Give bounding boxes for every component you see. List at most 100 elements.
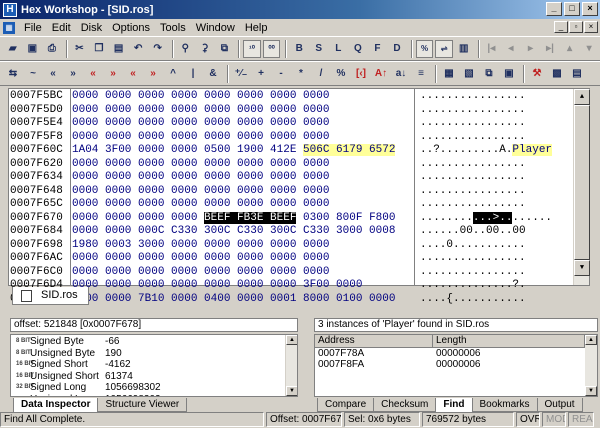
fill-icon[interactable]: ▧ <box>460 65 478 83</box>
ascii-text[interactable]: ................ <box>420 171 526 185</box>
and-icon[interactable]: & <box>204 65 222 83</box>
column-length[interactable]: Length <box>433 335 585 347</box>
menu-help[interactable]: Help <box>240 22 273 34</box>
close-button[interactable]: × <box>582 2 598 16</box>
inspector-row[interactable]: 32 BITUnsigned Long1056698302 <box>11 394 297 397</box>
bracket-icon[interactable]: [‹] <box>352 65 370 83</box>
hex-bytes[interactable]: 0000 0000 0000 0000 0000 0000 0000 0000 <box>72 117 412 131</box>
doc-restore-button[interactable]: ▫ <box>569 21 583 33</box>
redo-icon[interactable]: ↷ <box>149 40 167 58</box>
shift-right-icon[interactable]: » <box>64 65 82 83</box>
open-icon[interactable]: ▰ <box>4 40 22 58</box>
print-icon[interactable]: ⎙ <box>43 40 61 58</box>
column-address[interactable]: Address <box>315 335 433 347</box>
result-row[interactable]: 0007F8FA 00000006 <box>315 359 597 370</box>
hex-bytes[interactable]: 0000 0000 0000 0000 0000 0000 0000 0000 <box>72 171 412 185</box>
results-scroll-down-icon[interactable]: ▼ <box>585 386 597 396</box>
hex-bytes[interactable]: 0000 0000 0000 0000 0000 0000 0000 0000 <box>72 104 412 118</box>
undo-icon[interactable]: ↶ <box>129 40 147 58</box>
bin-edit-icon[interactable]: ⁰⁰ <box>262 39 281 58</box>
inspector-scroll-up-icon[interactable]: ▲ <box>286 335 297 345</box>
hex-row[interactable]: 0007F648 0000 0000 0000 0000 0000 0000 00… <box>9 185 583 199</box>
calc-icon[interactable]: ▤ <box>568 65 586 83</box>
offset-cell[interactable]: 0007F5F8 <box>10 131 63 145</box>
offset-cell[interactable]: 0007F60C <box>10 144 63 158</box>
hex-row[interactable]: 0007F620 0000 0000 0000 0000 0000 0000 00… <box>9 158 583 172</box>
menu-options[interactable]: Options <box>107 22 155 34</box>
nav-up-icon[interactable]: ▴ <box>561 40 579 58</box>
doc-minimize-button[interactable]: _ <box>554 21 568 33</box>
ascii-text[interactable]: ................ <box>420 158 526 172</box>
insert-icon[interactable]: ▦ <box>440 65 458 83</box>
hex-row[interactable]: 0007F670 0000 0000 0000 0000 BEEF FB3E BE… <box>9 211 583 226</box>
ascii-text[interactable]: ................ <box>420 117 526 131</box>
hex-scrollbar[interactable]: ▲ ▼ <box>573 89 590 285</box>
subtract-icon[interactable]: - <box>272 65 290 83</box>
ascii-text[interactable]: ................ <box>420 104 526 118</box>
results-scroll-up-icon[interactable]: ▲ <box>585 335 597 345</box>
hex-bytes[interactable]: 1980 0003 3000 0000 0000 0000 0000 0000 <box>72 239 412 253</box>
offset-cell[interactable]: 0007F648 <box>10 185 63 199</box>
swap-icon[interactable]: ⇆ <box>4 65 22 83</box>
rotate-left-icon[interactable]: « <box>84 65 102 83</box>
tab-checksum[interactable]: Checksum <box>373 398 437 412</box>
hex-row[interactable]: 0007F684 0000 0000 000C C330 300C C330 30… <box>9 225 583 239</box>
format-quad-button[interactable]: Q <box>349 40 367 58</box>
shift-left-icon[interactable]: « <box>44 65 62 83</box>
tab-find[interactable]: Find <box>435 398 473 413</box>
offset-cell[interactable]: 0007F5BC <box>10 90 63 104</box>
sort-icon[interactable]: ≡ <box>412 65 430 83</box>
menu-disk[interactable]: Disk <box>76 22 107 34</box>
scroll-thumb[interactable] <box>574 105 590 260</box>
copy-icon[interactable]: ❐ <box>90 40 108 58</box>
inspector-scrollbar[interactable]: ▲ ▼ <box>285 335 297 396</box>
hex-bytes[interactable]: 0000 0000 0000 0000 0000 0000 0000 0000 <box>72 252 412 266</box>
offset-cell[interactable]: 0007F698 <box>10 239 63 253</box>
scroll-down-icon[interactable]: ▼ <box>574 260 590 276</box>
mod-icon[interactable]: % <box>332 65 350 83</box>
offset-cell[interactable]: 0007F6AC <box>10 252 63 266</box>
tools-icon[interactable]: ⚒ <box>528 65 546 83</box>
tab-bookmarks[interactable]: Bookmarks <box>471 398 538 412</box>
offset-cell[interactable]: 0007F65C <box>10 198 63 212</box>
find-icon[interactable]: ⚲ <box>177 40 195 58</box>
xor-icon[interactable]: ^ <box>164 65 182 83</box>
maximize-button[interactable]: □ <box>564 2 580 16</box>
ascii-text[interactable]: ................ <box>420 198 526 212</box>
tile-icon[interactable]: ▣ <box>500 65 518 83</box>
uppercase-icon[interactable]: A↑ <box>372 65 390 83</box>
menu-edit[interactable]: Edit <box>47 22 76 34</box>
offset-cell[interactable]: 0007F670 <box>10 212 63 226</box>
hex-row[interactable]: 0007F6C0 0000 0000 0000 0000 0000 0000 00… <box>9 266 583 280</box>
inspector-row[interactable]: 16 BIT Unsigned Short 61374 <box>11 371 297 383</box>
hex-bytes[interactable]: 0000 0000 0000 0000 0000 0000 0000 0000 <box>72 90 412 104</box>
divide-icon[interactable]: / <box>312 65 330 83</box>
save-icon[interactable]: ▣ <box>24 40 42 58</box>
nav-next-icon[interactable]: ▸ <box>522 40 540 58</box>
hex-bytes[interactable]: 1A04 3F00 0000 0000 0500 1900 412E 506C … <box>72 144 412 158</box>
doc-close-button[interactable]: × <box>584 21 598 33</box>
menu-tools[interactable]: Tools <box>155 22 191 34</box>
grid-icon[interactable]: ▩ <box>548 65 566 83</box>
hex-row[interactable]: 0007F60C 1A04 3F00 0000 0000 0500 1900 41… <box>9 144 583 158</box>
nav-prev-icon[interactable]: ◂ <box>502 40 520 58</box>
copy-block-icon[interactable]: ⧉ <box>480 65 498 83</box>
hex-row[interactable]: 0007F698 1980 0003 3000 0000 0000 0000 00… <box>9 239 583 253</box>
checksum-icon[interactable]: % <box>415 39 434 58</box>
inspector-row[interactable]: 32 BIT Signed Long 1056698302 <box>11 382 297 394</box>
cut-icon[interactable]: ✂ <box>71 40 89 58</box>
block-shift-left-icon[interactable]: « <box>124 65 142 83</box>
hex-row[interactable]: 0007F634 0000 0000 0000 0000 0000 0000 00… <box>9 171 583 185</box>
tab-data-inspector[interactable]: Data Inspector <box>13 398 99 413</box>
offset-cell[interactable]: 0007F684 <box>10 225 63 239</box>
multiply-icon[interactable]: * <box>292 65 310 83</box>
format-float-button[interactable]: F <box>369 40 387 58</box>
inspector-scroll-down-icon[interactable]: ▼ <box>286 386 297 396</box>
hex-bytes[interactable]: 0000 0000 0000 0000 0000 0000 0000 0000 <box>72 198 412 212</box>
ascii-text[interactable]: ................ <box>420 131 526 145</box>
hex-row[interactable]: 0007F6AC 0000 0000 0000 0000 0000 0000 00… <box>9 252 583 266</box>
hex-bytes[interactable]: 0000 0000 0000 0000 0000 0000 0000 0000 <box>72 158 412 172</box>
ascii-text[interactable]: ......00..00..00 <box>420 225 526 239</box>
hex-row[interactable]: 0007F5F8 0000 0000 0000 0000 0000 0000 00… <box>9 131 583 145</box>
hex-bytes[interactable]: 0000 0000 000C C330 300C C330 300C C330 … <box>72 225 412 239</box>
